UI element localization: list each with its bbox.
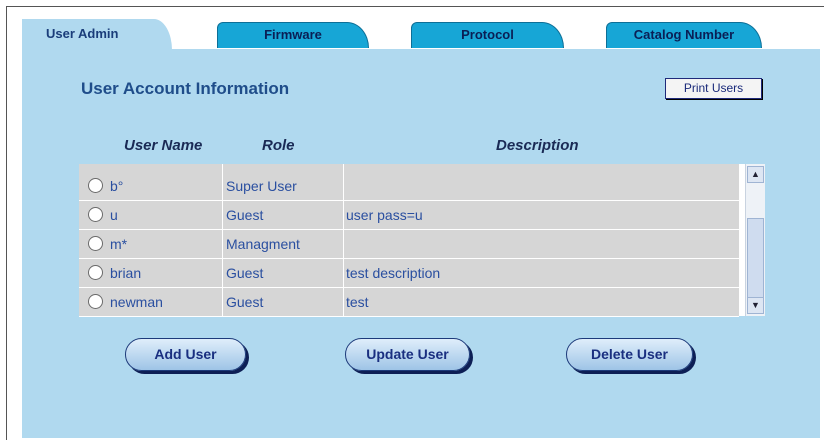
role-cell: Guest — [226, 265, 264, 281]
column-divider — [343, 164, 344, 316]
scrollbar-thumb[interactable] — [747, 218, 764, 302]
user-name-cell: newman — [110, 294, 163, 310]
role-cell: Guest — [226, 207, 264, 223]
role-cell: Guest — [226, 294, 264, 310]
user-name-cell: brian — [110, 265, 142, 281]
table-row[interactable]: brian Guest test description — [79, 259, 739, 288]
column-header-role: Role — [262, 137, 295, 154]
column-divider — [222, 164, 223, 316]
description-cell: test description — [346, 265, 441, 281]
user-table-body: b° Super User u Guest user pass=u m* Man… — [79, 164, 739, 317]
description-cell: user pass=u — [346, 207, 423, 223]
chevron-up-icon[interactable]: ▲ — [747, 166, 764, 183]
user-name-cell: u — [110, 207, 118, 223]
user-table: b° Super User u Guest user pass=u m* Man… — [79, 164, 765, 317]
delete-user-button[interactable]: Delete User — [566, 338, 693, 371]
select-radio[interactable] — [88, 207, 103, 222]
update-user-button[interactable]: Update User — [345, 338, 470, 371]
column-header-user-name: User Name — [124, 137, 203, 154]
section-title: User Account Information — [81, 79, 290, 98]
user-name-cell: b° — [110, 178, 124, 194]
description-cell: test — [346, 294, 369, 310]
role-cell: Super User — [226, 178, 297, 194]
table-row[interactable]: b° Super User — [79, 172, 739, 201]
table-row[interactable]: m* Managment — [79, 230, 739, 259]
role-cell: Managment — [226, 236, 300, 252]
chevron-down-icon[interactable]: ▼ — [747, 297, 764, 314]
column-header-description: Description — [496, 137, 579, 154]
print-users-button[interactable]: Print Users — [665, 78, 762, 99]
tab-firmware[interactable]: Firmware — [217, 22, 369, 48]
tab-protocol[interactable]: Protocol — [411, 22, 564, 48]
tab-catalog-number[interactable]: Catalog Number — [606, 22, 762, 48]
select-radio[interactable] — [88, 178, 103, 193]
table-row[interactable]: newman Guest test — [79, 288, 739, 317]
user-name-cell: m* — [110, 236, 128, 252]
table-scrollbar[interactable]: ▲ ▼ — [745, 164, 765, 316]
add-user-button[interactable]: Add User — [125, 338, 246, 371]
select-radio[interactable] — [88, 265, 103, 280]
tab-user-admin[interactable]: User Admin — [22, 19, 172, 50]
select-radio[interactable] — [88, 236, 103, 251]
select-radio[interactable] — [88, 294, 103, 309]
table-row[interactable]: u Guest user pass=u — [79, 201, 739, 230]
